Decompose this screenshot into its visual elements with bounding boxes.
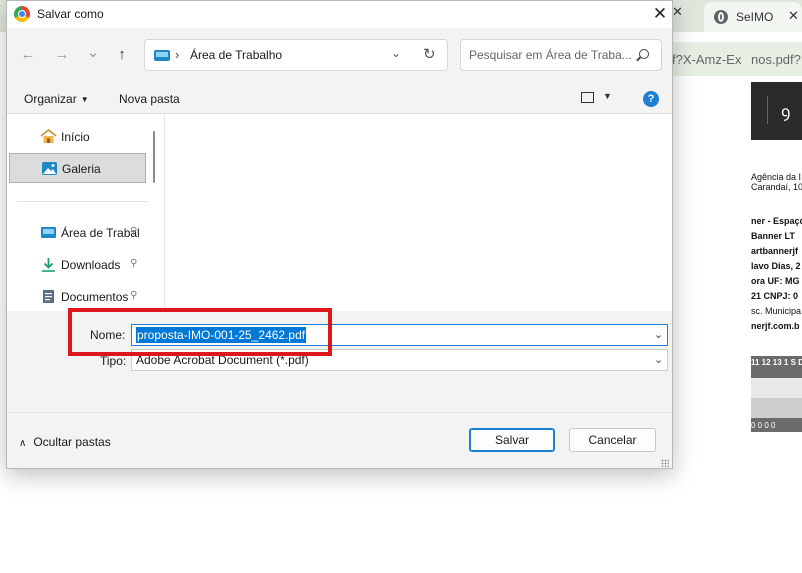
chevron-down-icon[interactable]: ⌄ xyxy=(654,328,663,341)
desktop-folder-icon xyxy=(154,50,170,61)
sidebar-item-label: Downloads xyxy=(61,258,121,272)
desktop-folder-icon xyxy=(41,227,56,238)
search-box[interactable] xyxy=(460,39,662,71)
save-button[interactable]: Salvar xyxy=(469,428,555,452)
doc-text: Agência da I xyxy=(751,172,802,182)
doc-text: Banner LT xyxy=(751,231,795,241)
file-type-label: Tipo: xyxy=(100,354,127,368)
address-fragment: f?X-Amz-Ex xyxy=(672,52,742,67)
view-options-caret-icon[interactable]: ▼ xyxy=(603,91,612,101)
chrome-logo-icon xyxy=(14,6,30,22)
chevron-down-icon[interactable]: ⌄ xyxy=(391,46,401,60)
cancel-button[interactable]: Cancelar xyxy=(569,428,656,452)
doc-text: ora UF: MG xyxy=(751,276,800,286)
forward-arrow-icon[interactable]: → xyxy=(51,44,73,66)
highlight-annotation-box xyxy=(68,308,332,356)
pin-icon[interactable]: ⚲ xyxy=(130,258,137,269)
breadcrumb-current[interactable]: Área de Trabalho xyxy=(190,48,282,62)
doc-text: ner - Espaço xyxy=(751,216,802,226)
address-fragment: nos.pdf? xyxy=(751,52,801,67)
calendar-row xyxy=(751,378,802,398)
doc-text: Carandaí, 100 xyxy=(751,182,802,192)
doc-text: nerjf.com.b xyxy=(751,321,800,331)
globe-icon xyxy=(714,10,728,24)
gallery-icon xyxy=(42,162,57,175)
home-icon xyxy=(40,129,57,143)
doc-text: artbannerjf xyxy=(751,246,799,256)
chevron-right-icon[interactable]: › xyxy=(175,47,179,62)
close-button[interactable]: ✕ xyxy=(649,3,671,25)
search-icon[interactable] xyxy=(639,49,649,59)
up-arrow-icon[interactable]: ↑ xyxy=(111,44,133,66)
browser-tab-active[interactable]: SeIMO ✕ xyxy=(704,2,802,32)
sidebar-item-area-de-trabalho[interactable]: Área de Trabal ⚲ xyxy=(9,218,146,248)
navigation-pane: Início Galeria Área de Trabal ⚲ Download… xyxy=(7,115,164,311)
sidebar-item-inicio[interactable]: Início xyxy=(9,122,146,152)
sidebar-scrollbar[interactable] xyxy=(153,131,155,183)
back-arrow-icon[interactable]: ← xyxy=(17,44,39,66)
pin-icon[interactable]: ⚲ xyxy=(130,290,137,301)
divider xyxy=(767,96,768,124)
doc-text: lavo Dias, 2 xyxy=(751,261,801,271)
help-icon[interactable]: ? xyxy=(643,91,659,107)
sidebar-item-label: Início xyxy=(61,130,90,144)
dialog-titlebar: Salvar como ✕ xyxy=(7,1,672,28)
search-input[interactable] xyxy=(469,48,635,62)
organize-menu-button[interactable]: Organizar ▼ xyxy=(24,92,89,106)
browser-tab-title: SeIMO xyxy=(736,10,774,24)
divider xyxy=(7,412,672,413)
view-mode-icon[interactable] xyxy=(581,92,594,103)
sidebar-item-label: Galeria xyxy=(62,162,101,176)
doc-text: sc. Municipa xyxy=(751,306,802,316)
browser-address-bar[interactable]: f?X-Amz-Ex nos.pdf? xyxy=(672,42,802,76)
navigation-bar: ← → ⌄ ↑ › Área de Trabalho ⌄ ↻ xyxy=(7,28,672,83)
command-toolbar: Organizar ▼ Nova pasta ▼ ? xyxy=(7,83,672,114)
dialog-title: Salvar como xyxy=(37,7,104,21)
doc-text: 21 CNPJ: 0 xyxy=(751,291,799,301)
signature-logo-icon: ꝯ xyxy=(781,104,791,121)
document-header-dark: ꝯ xyxy=(751,82,802,140)
save-form-area: Nome: proposta-IMO-001-25_2462.pdf ⌄ Tip… xyxy=(7,308,672,468)
new-folder-button[interactable]: Nova pasta xyxy=(119,92,180,106)
sidebar-item-galeria[interactable]: Galeria xyxy=(9,153,146,183)
calendar-footer: 0 0 0 0 xyxy=(751,418,802,432)
save-as-dialog: Salvar como ✕ ← → ⌄ ↑ › Área de Trabalho… xyxy=(6,0,673,469)
caret-down-icon: ▼ xyxy=(80,95,89,104)
sidebar-item-label: Área de Trabal xyxy=(61,226,140,240)
calendar-row xyxy=(751,398,802,418)
refresh-icon[interactable]: ↻ xyxy=(423,45,436,63)
hide-folders-toggle[interactable]: ∧ Ocultar pastas xyxy=(19,435,111,449)
hide-folders-label: Ocultar pastas xyxy=(33,435,111,449)
chevron-down-icon[interactable]: ⌄ xyxy=(654,353,663,366)
resize-grip-icon[interactable] xyxy=(661,459,669,467)
chevron-up-icon: ∧ xyxy=(19,438,27,449)
divider xyxy=(17,201,148,202)
organize-label: Organizar xyxy=(24,92,77,106)
browser-tab-close-button[interactable]: ✕ xyxy=(672,4,702,30)
browser-tab-close-icon[interactable]: ✕ xyxy=(788,8,799,24)
documents-icon xyxy=(43,290,54,303)
calendar-grid: 11 12 13 1 S D S 0 0 0 0 xyxy=(751,356,802,432)
calendar-header: 11 12 13 1 S D S xyxy=(751,356,802,378)
sidebar-item-label: Documentos xyxy=(61,290,129,304)
recent-locations-chevron-icon[interactable]: ⌄ xyxy=(82,42,104,64)
pin-icon[interactable]: ⚲ xyxy=(130,226,137,237)
sidebar-item-downloads[interactable]: Downloads ⚲ xyxy=(9,250,146,280)
address-breadcrumb[interactable]: › Área de Trabalho ⌄ ↻ xyxy=(144,39,448,71)
file-list-pane[interactable] xyxy=(164,115,672,311)
download-arrow-icon xyxy=(42,258,55,272)
